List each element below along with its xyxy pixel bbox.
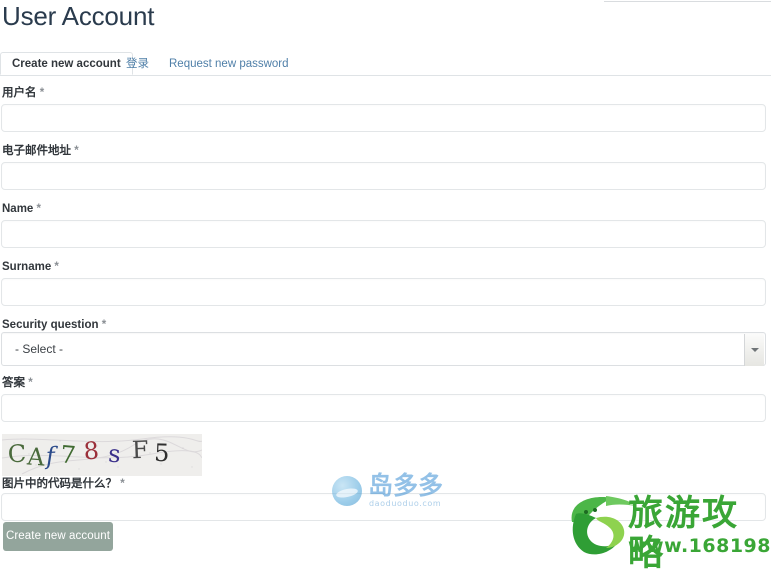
tab-create-new-account-label: Create new account <box>12 58 121 70</box>
username-input[interactable] <box>1 104 766 132</box>
required-marker: * <box>101 319 107 331</box>
name-input[interactable] <box>1 220 766 248</box>
answer-label: 答案 * <box>2 376 33 390</box>
surname-label: Surname * <box>2 260 59 274</box>
answer-label-text: 答案 <box>2 377 25 389</box>
tab-request-new-password[interactable]: Request new password <box>157 52 301 75</box>
required-marker: * <box>120 478 125 490</box>
tab-login[interactable]: 登录 <box>114 52 161 75</box>
svg-text:7: 7 <box>59 440 77 469</box>
email-input[interactable] <box>1 162 766 190</box>
surname-input[interactable] <box>1 278 766 306</box>
svg-text:s: s <box>108 440 122 469</box>
chevron-down-glyph <box>750 348 759 352</box>
name-label: Name * <box>2 202 41 216</box>
email-label-text: 电子邮件地址 <box>2 145 71 157</box>
required-marker: * <box>74 145 79 157</box>
svg-text:5: 5 <box>154 439 170 468</box>
svg-text:A: A <box>25 442 46 471</box>
security-question-label-text: Security question <box>2 319 99 331</box>
username-label-text: 用户名 <box>2 87 37 99</box>
svg-text:8: 8 <box>83 437 100 466</box>
required-marker: * <box>28 377 33 389</box>
captcha-input[interactable] <box>1 493 766 521</box>
required-marker: * <box>54 261 59 273</box>
account-tabs: Create new account 登录 Request new passwo… <box>0 52 771 76</box>
create-new-account-button[interactable]: Create new account <box>3 522 113 551</box>
email-label: 电子邮件地址 * <box>2 144 79 158</box>
watermark-lvyougonglue-url: www.1681989.cn <box>628 535 771 557</box>
tab-create-new-account[interactable]: Create new account <box>0 52 133 75</box>
security-question-select[interactable]: - Select - <box>1 332 766 366</box>
svg-text:F: F <box>131 436 149 465</box>
tab-request-new-password-label: Request new password <box>169 58 289 70</box>
captcha-image: C A f 7 8 s F 5 <box>2 434 202 476</box>
captcha-label: 图片中的代码是什么？ * <box>2 477 125 491</box>
security-question-selected-value: - Select - <box>15 342 64 356</box>
required-marker: * <box>36 203 42 215</box>
top-divider <box>604 1 771 2</box>
answer-input[interactable] <box>1 394 766 422</box>
chevron-down-icon[interactable] <box>744 334 764 366</box>
page-title: User Account <box>2 1 155 31</box>
user-account-page: User Account Create new account 登录 Reque… <box>0 0 771 574</box>
name-label-text: Name <box>2 203 34 215</box>
svg-text:C: C <box>7 439 27 468</box>
captcha-label-text: 图片中的代码是什么？ <box>2 478 117 490</box>
surname-label-text: Surname <box>2 261 52 273</box>
tab-login-label: 登录 <box>126 58 149 70</box>
required-marker: * <box>39 87 45 99</box>
security-question-label: Security question * <box>2 318 106 332</box>
username-label: 用户名 * <box>2 86 44 100</box>
